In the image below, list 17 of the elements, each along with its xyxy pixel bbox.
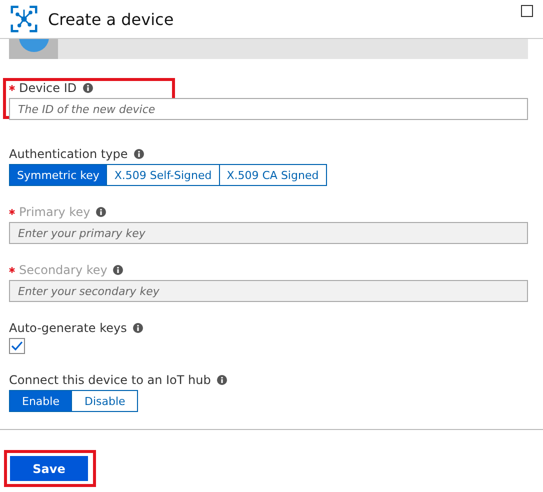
segment-option[interactable]: Enable: [9, 390, 72, 412]
field-label: Authentication type: [9, 147, 128, 161]
network-icon: [10, 5, 38, 33]
field-label: Secondary key: [19, 263, 108, 277]
field-label: Connect this device to an IoT hub: [9, 373, 211, 387]
field-label: Primary key: [19, 205, 90, 219]
field-label: Device ID: [19, 81, 77, 95]
segment-option[interactable]: Disable: [71, 390, 138, 412]
segment-option[interactable]: X.509 CA Signed: [218, 164, 327, 186]
save-button[interactable]: Save: [9, 455, 89, 482]
segment-option[interactable]: Symmetric key: [9, 164, 108, 186]
field-label: Auto-generate keys: [9, 321, 127, 335]
input-field[interactable]: The ID of the new device: [9, 98, 528, 120]
segment-option[interactable]: X.509 Self-Signed: [106, 164, 220, 186]
window-title: Create a device: [48, 10, 175, 28]
maximize-icon[interactable]: [521, 5, 533, 17]
checkbox[interactable]: [9, 338, 25, 354]
